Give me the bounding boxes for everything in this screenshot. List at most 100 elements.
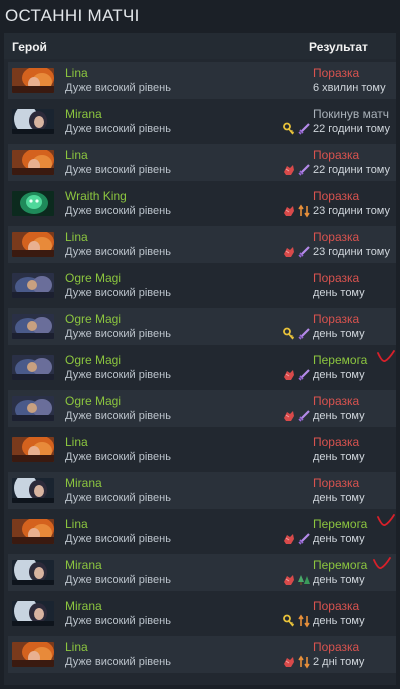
hero-portrait-ogre[interactable]	[12, 355, 54, 380]
recent-matches-panel: ОСТАННІ МАТЧІ Герой Результат Lina Дуже в…	[0, 0, 400, 689]
match-row[interactable]: Lina Дуже високий рівень Поразка 23 години …	[8, 226, 396, 263]
skill-bracket: Дуже високий рівень	[65, 492, 171, 504]
hero-portrait-ogre[interactable]	[12, 396, 54, 421]
match-time: 2 дні тому	[313, 656, 365, 668]
hero-name[interactable]: Ogre Magi	[65, 353, 121, 367]
skill-bracket: Дуже високий рівень	[65, 123, 171, 135]
hero-name[interactable]: Lina	[65, 230, 88, 244]
match-time: день тому	[313, 328, 365, 340]
hero-name[interactable]: Wraith King	[65, 189, 127, 203]
match-result[interactable]: Перемога	[313, 353, 367, 367]
matches-table: Герой Результат Lina Дуже високий рівень П…	[4, 33, 396, 685]
hero-portrait-wraith[interactable]	[12, 191, 54, 216]
match-result[interactable]: Поразка	[313, 148, 359, 162]
match-time: день тому	[313, 574, 365, 586]
arrows-icon	[297, 614, 311, 628]
hero-name[interactable]: Lina	[65, 435, 88, 449]
match-result[interactable]: Поразка	[313, 599, 359, 613]
match-row[interactable]: Lina Дуже високий рівень Поразка 6 хвилин т…	[8, 62, 396, 99]
hero-portrait-lina[interactable]	[12, 150, 54, 175]
match-result[interactable]: Поразка	[313, 476, 359, 490]
sword-icon	[297, 532, 311, 546]
match-tags	[278, 245, 312, 259]
match-result[interactable]: Перемога	[313, 558, 367, 572]
match-result[interactable]: Поразка	[313, 435, 359, 449]
hero-name[interactable]: Ogre Magi	[65, 394, 121, 408]
match-result[interactable]: Поразка	[313, 230, 359, 244]
sword-icon	[297, 122, 311, 136]
key-icon	[282, 122, 296, 136]
match-row[interactable]: Mirana Дуже високий рівень Покинув матч 22 …	[8, 103, 396, 140]
match-row[interactable]: Ogre Magi Дуже високий рівень Поразка день …	[8, 267, 396, 304]
hero-name[interactable]: Mirana	[65, 476, 102, 490]
skill-bracket: Дуже високий рівень	[65, 369, 171, 381]
match-result[interactable]: Поразка	[313, 271, 359, 285]
match-result[interactable]: Поразка	[313, 312, 359, 326]
match-row[interactable]: Mirana Дуже високий рівень Поразка день том…	[8, 472, 396, 509]
match-row[interactable]: Ogre Magi Дуже високий рівень Поразка день …	[8, 308, 396, 345]
match-time: 23 години тому	[313, 246, 390, 258]
key-icon	[282, 327, 296, 341]
match-tags	[278, 614, 312, 628]
skill-bracket: Дуже високий рівень	[65, 656, 171, 668]
match-row[interactable]: Ogre Magi Дуже високий рівень Перемога день…	[8, 349, 396, 386]
match-time: день тому	[313, 533, 365, 545]
match-row[interactable]: Lina Дуже високий рівень Поразка 22 години …	[8, 144, 396, 181]
match-result[interactable]: Перемога	[313, 517, 367, 531]
match-time: день тому	[313, 615, 365, 627]
column-header-result[interactable]: Результат	[309, 40, 368, 54]
match-result[interactable]: Поразка	[313, 189, 359, 203]
hero-portrait-lina[interactable]	[12, 642, 54, 667]
hero-name[interactable]: Lina	[65, 517, 88, 531]
skill-bracket: Дуже високий рівень	[65, 287, 171, 299]
page-title: ОСТАННІ МАТЧІ	[5, 6, 140, 25]
match-time: день тому	[313, 287, 365, 299]
fist-icon	[282, 245, 296, 259]
hero-portrait-mirana[interactable]	[12, 601, 54, 626]
match-tags	[278, 163, 312, 177]
hero-portrait-mirana[interactable]	[12, 560, 54, 585]
match-result[interactable]: Поразка	[313, 640, 359, 654]
skill-bracket: Дуже високий рівень	[65, 615, 171, 627]
skill-bracket: Дуже високий рівень	[65, 205, 171, 217]
hero-portrait-lina[interactable]	[12, 68, 54, 93]
match-row[interactable]: Mirana Дуже високий рівень Поразка день том…	[8, 595, 396, 632]
hero-name[interactable]: Lina	[65, 640, 88, 654]
match-row[interactable]: Mirana Дуже високий рівень Перемога день то…	[8, 554, 396, 591]
match-row[interactable]: Wraith King Дуже високий рівень Поразка 23 …	[8, 185, 396, 222]
match-tags	[278, 204, 312, 218]
match-row[interactable]: Lina Дуже високий рівень Поразка день тому	[8, 431, 396, 468]
hero-portrait-ogre[interactable]	[12, 273, 54, 298]
hero-name[interactable]: Mirana	[65, 558, 102, 572]
hero-portrait-lina[interactable]	[12, 437, 54, 462]
match-result[interactable]: Поразка	[313, 66, 359, 80]
column-header-hero[interactable]: Герой	[12, 40, 47, 54]
match-row[interactable]: Lina Дуже високий рівень Перемога день тому	[8, 513, 396, 550]
hero-name[interactable]: Mirana	[65, 599, 102, 613]
hero-portrait-mirana[interactable]	[12, 109, 54, 134]
hero-portrait-mirana[interactable]	[12, 478, 54, 503]
hero-portrait-ogre[interactable]	[12, 314, 54, 339]
match-time: день тому	[313, 410, 365, 422]
match-row[interactable]: Ogre Magi Дуже високий рівень Поразка день …	[8, 390, 396, 427]
match-result[interactable]: Поразка	[313, 394, 359, 408]
hero-name[interactable]: Lina	[65, 66, 88, 80]
match-result[interactable]: Покинув матч	[313, 107, 389, 121]
checkmark-annotation-icon	[376, 513, 396, 529]
match-row[interactable]: Lina Дуже високий рівень Поразка 2 дні тому	[8, 636, 396, 673]
match-time: 22 години тому	[313, 164, 390, 176]
hero-name[interactable]: Ogre Magi	[65, 271, 121, 285]
hero-portrait-lina[interactable]	[12, 519, 54, 544]
fist-icon	[282, 368, 296, 382]
sword-icon	[297, 409, 311, 423]
match-tags	[278, 655, 312, 669]
checkmark-annotation-icon	[372, 556, 392, 572]
match-tags	[278, 573, 312, 587]
match-time: 23 години тому	[313, 205, 390, 217]
match-tags	[278, 368, 312, 382]
hero-name[interactable]: Lina	[65, 148, 88, 162]
hero-name[interactable]: Ogre Magi	[65, 312, 121, 326]
hero-portrait-lina[interactable]	[12, 232, 54, 257]
match-time: день тому	[313, 492, 365, 504]
hero-name[interactable]: Mirana	[65, 107, 102, 121]
